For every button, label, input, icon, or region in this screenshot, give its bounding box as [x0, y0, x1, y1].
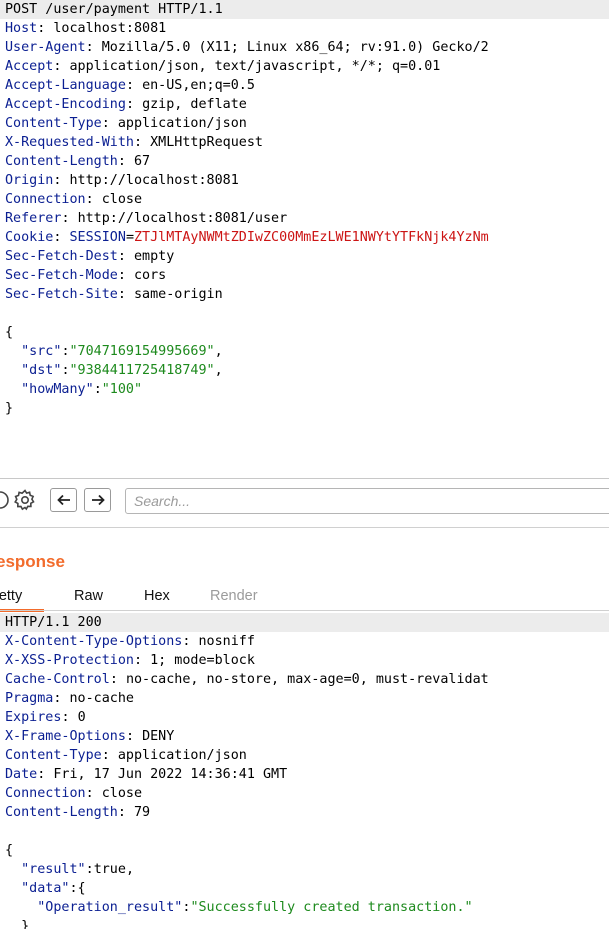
response-header: Pragma: no-cache [5, 691, 134, 706]
request-header: Sec-Fetch-Mode: cors [5, 268, 167, 283]
request-header: Accept-Encoding: gzip, deflate [5, 97, 247, 112]
request-header: Sec-Fetch-Site: same-origin [5, 287, 223, 302]
search-toolbar [0, 481, 609, 519]
request-header: Origin: http://localhost:8081 [5, 173, 239, 188]
tab-raw[interactable]: Raw [74, 585, 103, 609]
request-body-open: { [5, 325, 14, 340]
response-header: Content-Type: application/json [5, 748, 247, 763]
tab-render[interactable]: Render [210, 585, 258, 609]
response-header: Content-Length: 79 [5, 805, 151, 820]
response-header: Date: Fri, 17 Jun 2022 14:36:41 GMT [5, 767, 288, 782]
tab-pretty[interactable]: retty [0, 585, 44, 612]
tabs-border [0, 610, 609, 611]
request-header: Content-Length: 67 [5, 154, 151, 169]
request-header: Host: localhost:8081 [5, 21, 167, 36]
request-body-field: "howMany":"100" [21, 382, 143, 397]
request-line: POST /user/payment HTTP/1.1 [0, 0, 609, 19]
request-header: User-Agent: Mozilla/5.0 (X11; Linux x86_… [5, 40, 489, 55]
response-header: Expires: 0 [5, 710, 86, 725]
request-body-field: "dst":"9384411725418749", [21, 363, 223, 378]
cookie-value: ZTJlMTAyNWMtZDIwZC00MmEzLWE1NWYtYTFkNjk4… [134, 230, 489, 245]
request-header: Content-Type: application/json [5, 116, 247, 131]
response-body-field: "data":{ [21, 881, 86, 896]
response-body-field: "Operation_result":"Successfully created… [37, 900, 473, 915]
status-line: HTTP/1.1 200 [0, 613, 609, 632]
response-title: esponse [0, 552, 65, 571]
request-editor[interactable]: POST /user/payment HTTP/1.1 Host: localh… [0, 0, 609, 478]
arrow-right-icon [91, 494, 105, 506]
arrow-left-icon [56, 494, 70, 506]
gear-icon[interactable] [11, 488, 39, 512]
search-input[interactable] [125, 488, 609, 514]
response-header: Connection: close [5, 786, 143, 801]
request-header: Connection: close [5, 192, 143, 207]
response-header: X-Frame-Options: DENY [5, 729, 175, 744]
cookie-name: SESSION [69, 230, 126, 245]
request-body-close: } [5, 401, 14, 416]
request-body-field: "src":"7047169154995669", [21, 344, 223, 359]
response-header: Cache-Control: no-cache, no-store, max-a… [5, 672, 489, 687]
section-divider [0, 527, 609, 528]
cookie-header: Cookie: SESSION=ZTJlMTAyNWMtZDIwZC00MmEz… [5, 230, 489, 245]
response-body-field: "result":true, [21, 862, 134, 877]
response-viewer[interactable]: HTTP/1.1 200 X-Content-Type-Options: nos… [0, 613, 609, 929]
request-header: Referer: http://localhost:8081/user [5, 211, 288, 226]
back-button[interactable] [50, 488, 77, 512]
help-icon[interactable] [0, 488, 10, 512]
forward-button[interactable] [84, 488, 111, 512]
response-header: X-Content-Type-Options: nosniff [5, 634, 255, 649]
request-header: Accept: application/json, text/javascrip… [5, 59, 441, 74]
tab-hex[interactable]: Hex [144, 585, 170, 609]
pane-border [0, 478, 609, 479]
request-header: Sec-Fetch-Dest: empty [5, 249, 175, 264]
request-header: X-Requested-With: XMLHttpRequest [5, 135, 263, 150]
request-header: Accept-Language: en-US,en;q=0.5 [5, 78, 255, 93]
response-body-close: } [21, 919, 30, 929]
response-header: X-XSS-Protection: 1; mode=block [5, 653, 255, 668]
response-body-open: { [5, 843, 14, 858]
response-tabs: retty Raw Hex Render [0, 585, 609, 612]
